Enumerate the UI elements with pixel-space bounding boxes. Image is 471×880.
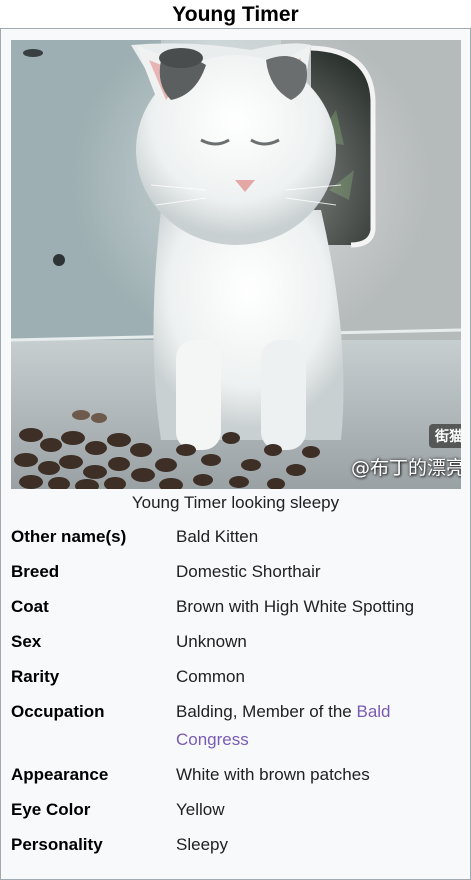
row-breed: Breed Domestic Shorthair — [1, 558, 470, 593]
row-label: Occupation — [11, 702, 105, 721]
occupation-text: Balding, Member of the — [176, 702, 357, 721]
row-label: Breed — [11, 562, 60, 581]
row-label: Eye Color — [11, 800, 91, 819]
watermark-text: @布丁的漂亮 — [350, 457, 461, 479]
row-value: Common — [176, 667, 245, 686]
row-occupation: Occupation Balding, Member of the Bald C… — [1, 698, 470, 761]
row-coat: Coat Brown with High White Spotting — [1, 593, 470, 628]
cat-photo-illustration — [11, 40, 461, 489]
watermark-badge: 街猫 — [429, 424, 461, 448]
row-value: Bald Kitten — [176, 527, 259, 546]
row-sex: Sex Unknown — [1, 628, 470, 663]
cat-photo[interactable]: 街猫 @布丁的漂亮 — [11, 40, 461, 489]
row-label: Rarity — [11, 667, 60, 686]
infobox-rows: Other name(s) Bald Kitten Breed Domestic… — [1, 523, 470, 866]
row-label: Other name(s) — [11, 527, 127, 546]
row-eye-color: Eye Color Yellow — [1, 796, 470, 831]
row-other-names: Other name(s) Bald Kitten — [1, 523, 470, 558]
row-value: Sleepy — [176, 835, 228, 854]
row-value: Brown with High White Spotting — [176, 597, 415, 616]
row-label: Personality — [11, 835, 103, 854]
row-value: Domestic Shorthair — [176, 562, 321, 581]
infobox: 街猫 @布丁的漂亮 Young Timer looking sleepy Oth… — [0, 28, 471, 880]
row-value: White with brown patches — [176, 765, 370, 784]
row-value: Unknown — [176, 632, 247, 651]
infobox-title: Young Timer — [172, 3, 299, 26]
row-label: Coat — [11, 597, 49, 616]
row-personality: Personality Sleepy — [1, 831, 470, 866]
row-rarity: Rarity Common — [1, 663, 470, 698]
row-label: Appearance — [11, 765, 109, 784]
row-value: Balding, Member of the Bald Congress — [176, 698, 460, 761]
image-caption: Young Timer looking sleepy — [131, 493, 340, 512]
row-appearance: Appearance White with brown patches — [1, 761, 470, 796]
row-label: Sex — [11, 632, 42, 651]
row-value: Yellow — [176, 800, 225, 819]
